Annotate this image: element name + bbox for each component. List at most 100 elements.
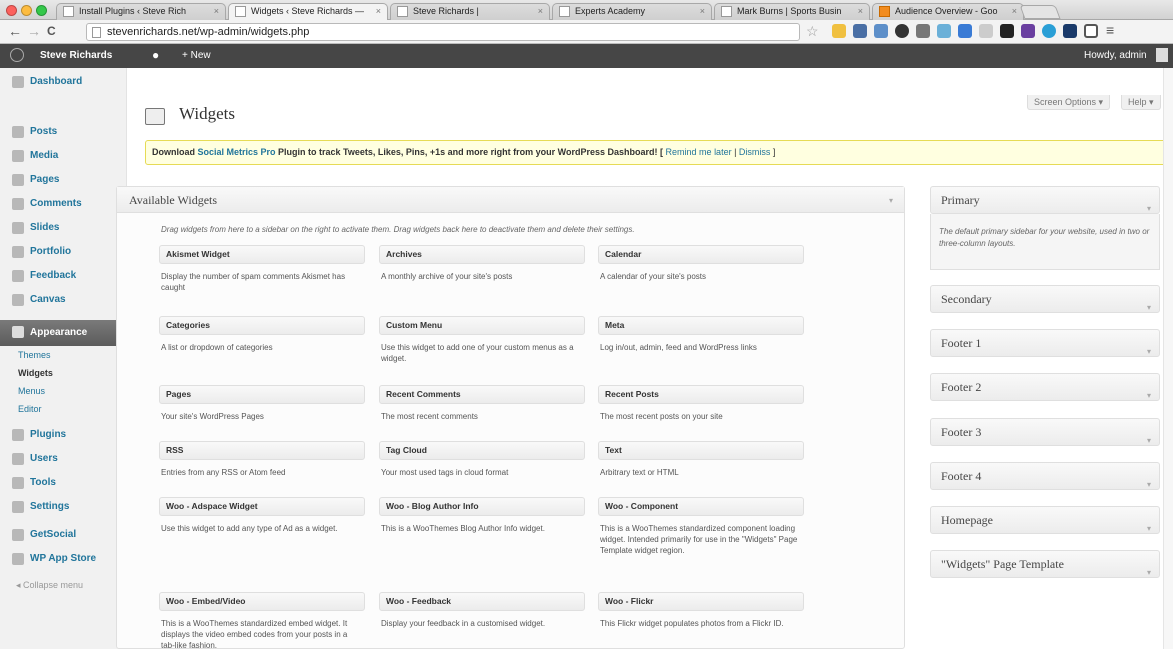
minimize-window-button[interactable] bbox=[21, 5, 32, 16]
menu-item-slides[interactable]: Slides bbox=[0, 216, 127, 239]
widget-title[interactable]: Text bbox=[598, 441, 804, 460]
extension-icon[interactable] bbox=[1042, 24, 1056, 38]
extension-icon[interactable] bbox=[958, 24, 972, 38]
extension-icon[interactable] bbox=[1063, 24, 1077, 38]
sidebar-toggle-icon[interactable]: ▾ bbox=[1147, 295, 1151, 321]
sidebar-toggle-icon[interactable]: ▾ bbox=[1147, 516, 1151, 542]
extension-icon[interactable] bbox=[979, 24, 993, 38]
widget-title[interactable]: Pages bbox=[159, 385, 365, 404]
new-tab-button[interactable] bbox=[1019, 5, 1061, 19]
widget-title[interactable]: Recent Comments bbox=[379, 385, 585, 404]
howdy-user-menu[interactable]: Howdy, admin bbox=[1084, 50, 1147, 61]
extension-icon[interactable] bbox=[1021, 24, 1035, 38]
help-button[interactable]: Help ▾ bbox=[1121, 95, 1161, 110]
page-scrollbar[interactable] bbox=[1163, 68, 1173, 649]
widget-title[interactable]: Woo - Flickr bbox=[598, 592, 804, 611]
browser-tab[interactable]: Mark Burns | Sports Busin × bbox=[714, 3, 870, 20]
available-widgets-header[interactable]: Available Widgets bbox=[117, 187, 904, 213]
close-tab-icon[interactable]: × bbox=[214, 4, 219, 19]
dismiss-link[interactable]: Dismiss bbox=[739, 147, 771, 157]
sidebar-toggle-icon[interactable]: ▾ bbox=[1147, 339, 1151, 365]
browser-tab[interactable]: Widgets ‹ Steve Richards — × bbox=[228, 3, 388, 21]
extension-icon[interactable] bbox=[1000, 24, 1014, 38]
submenu-themes[interactable]: Themes bbox=[18, 350, 51, 360]
submenu-menus[interactable]: Menus bbox=[18, 386, 45, 396]
close-window-button[interactable] bbox=[6, 5, 17, 16]
menu-item-wp-app-store[interactable]: WP App Store bbox=[0, 547, 127, 570]
menu-item-pages[interactable]: Pages bbox=[0, 168, 127, 191]
extension-icon[interactable] bbox=[1084, 24, 1098, 38]
social-metrics-link[interactable]: Social Metrics Pro bbox=[198, 147, 276, 157]
forward-button[interactable]: → bbox=[27, 23, 41, 39]
close-tab-icon[interactable]: × bbox=[538, 4, 543, 19]
remind-later-link[interactable]: Remind me later bbox=[666, 147, 732, 157]
reload-button[interactable]: C bbox=[47, 23, 56, 39]
menu-item-getsocial[interactable]: GetSocial bbox=[0, 523, 127, 546]
extension-icon[interactable] bbox=[832, 24, 846, 38]
menu-item-media[interactable]: Media bbox=[0, 144, 127, 167]
menu-item-feedback[interactable]: Feedback bbox=[0, 264, 127, 287]
close-tab-icon[interactable]: × bbox=[1012, 4, 1017, 19]
widget-title[interactable]: Archives bbox=[379, 245, 585, 264]
url-bar[interactable]: stevenrichards.net/wp-admin/widgets.php bbox=[86, 23, 800, 41]
widget-title[interactable]: RSS bbox=[159, 441, 365, 460]
sidebar-toggle-icon[interactable]: ▾ bbox=[1147, 428, 1151, 454]
close-tab-icon[interactable]: × bbox=[376, 4, 381, 19]
widget-title[interactable]: Woo - Component bbox=[598, 497, 804, 516]
sidebar-area-2[interactable]: Footer 1 ▾ bbox=[930, 329, 1160, 357]
sidebar-area-7[interactable]: "Widgets" Page Template ▾ bbox=[930, 550, 1160, 578]
chrome-menu-icon[interactable]: ≡ bbox=[1106, 22, 1114, 38]
submenu-editor[interactable]: Editor bbox=[18, 404, 42, 414]
sidebar-area-6[interactable]: Homepage ▾ bbox=[930, 506, 1160, 534]
menu-item-appearance[interactable]: Appearance bbox=[0, 320, 136, 346]
submenu-widgets[interactable]: Widgets bbox=[18, 368, 53, 378]
browser-tab[interactable]: Audience Overview - Goo × bbox=[872, 3, 1024, 20]
widget-title[interactable]: Akismet Widget bbox=[159, 245, 365, 264]
menu-item-users[interactable]: Users bbox=[0, 447, 127, 470]
extension-icon[interactable] bbox=[895, 24, 909, 38]
sidebar-area-4[interactable]: Footer 3 ▾ bbox=[930, 418, 1160, 446]
sidebar-area-5[interactable]: Footer 4 ▾ bbox=[930, 462, 1160, 490]
sidebar-area-0[interactable]: Primary ▾ bbox=[930, 186, 1160, 214]
browser-tab[interactable]: Install Plugins ‹ Steve Rich × bbox=[56, 3, 226, 20]
menu-item-tools[interactable]: Tools bbox=[0, 471, 127, 494]
widget-title[interactable]: Recent Posts bbox=[598, 385, 804, 404]
sidebar-toggle-icon[interactable]: ▾ bbox=[1147, 383, 1151, 409]
site-name-link[interactable]: Steve Richards bbox=[40, 50, 112, 61]
widget-title[interactable]: Tag Cloud bbox=[379, 441, 585, 460]
comments-bubble-icon[interactable]: ● bbox=[152, 48, 159, 62]
extension-icon[interactable] bbox=[853, 24, 867, 38]
widget-title[interactable]: Woo - Adspace Widget bbox=[159, 497, 365, 516]
menu-item-portfolio[interactable]: Portfolio bbox=[0, 240, 127, 263]
close-tab-icon[interactable]: × bbox=[858, 4, 863, 19]
collapse-menu-button[interactable]: ◂ Collapse menu bbox=[16, 580, 83, 591]
sidebar-area-3[interactable]: Footer 2 ▾ bbox=[930, 373, 1160, 401]
extension-icon[interactable] bbox=[874, 24, 888, 38]
menu-item-posts[interactable]: Posts bbox=[0, 120, 127, 143]
screen-options-button[interactable]: Screen Options ▾ bbox=[1027, 95, 1111, 110]
menu-item-dashboard[interactable]: Dashboard bbox=[0, 70, 127, 93]
panel-toggle-icon[interactable]: ▾ bbox=[889, 196, 893, 205]
sidebar-area-1[interactable]: Secondary ▾ bbox=[930, 285, 1160, 313]
browser-tab[interactable]: Steve Richards | × bbox=[390, 3, 550, 20]
bookmark-star-icon[interactable]: ☆ bbox=[806, 23, 819, 40]
widget-title[interactable]: Custom Menu bbox=[379, 316, 585, 335]
menu-item-comments[interactable]: Comments bbox=[0, 192, 127, 215]
zoom-window-button[interactable] bbox=[36, 5, 47, 16]
wordpress-logo-icon[interactable] bbox=[10, 48, 24, 62]
extension-icon[interactable] bbox=[937, 24, 951, 38]
widget-title[interactable]: Categories bbox=[159, 316, 365, 335]
widget-title[interactable]: Woo - Blog Author Info bbox=[379, 497, 585, 516]
back-button[interactable]: ← bbox=[8, 23, 22, 39]
widget-title[interactable]: Meta bbox=[598, 316, 804, 335]
close-tab-icon[interactable]: × bbox=[700, 4, 705, 19]
browser-tab[interactable]: Experts Academy × bbox=[552, 3, 712, 20]
avatar[interactable] bbox=[1156, 48, 1168, 62]
widget-title[interactable]: Woo - Embed/Video bbox=[159, 592, 365, 611]
extension-icon[interactable] bbox=[916, 24, 930, 38]
widget-title[interactable]: Woo - Feedback bbox=[379, 592, 585, 611]
sidebar-toggle-icon[interactable]: ▾ bbox=[1147, 560, 1151, 586]
menu-item-canvas[interactable]: Canvas bbox=[0, 288, 127, 311]
menu-item-plugins[interactable]: Plugins bbox=[0, 423, 127, 446]
new-content-menu[interactable]: + New bbox=[182, 50, 211, 61]
